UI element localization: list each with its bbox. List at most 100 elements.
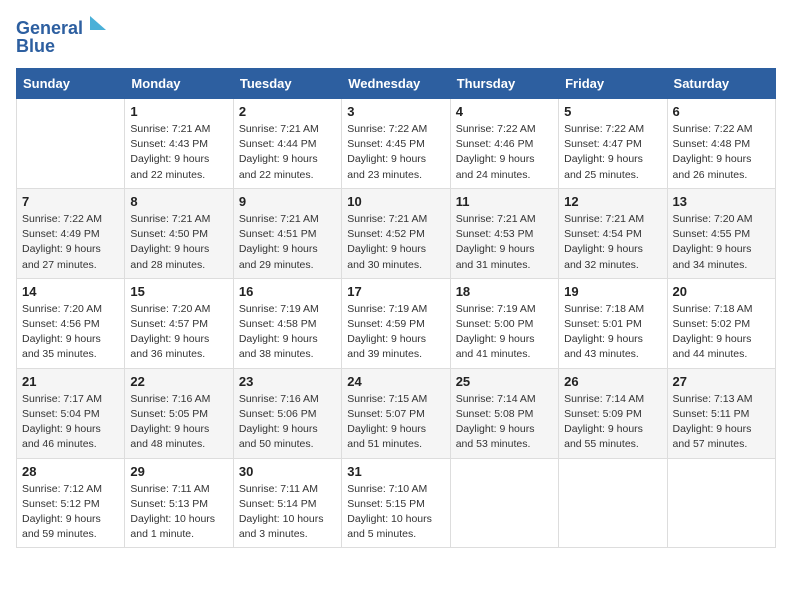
calendar-cell: 17 Sunrise: 7:19 AMSunset: 4:59 PMDayligh… — [342, 278, 450, 368]
day-number: 1 — [130, 104, 227, 119]
day-number: 28 — [22, 464, 119, 479]
calendar-cell: 20Sunrise: 7:18 AMSunset: 5:02 PMDayligh… — [667, 278, 775, 368]
calendar-cell — [17, 99, 125, 189]
day-info: Sunrise: 7:15 AMSunset: 5:07 PMDaylight:… — [347, 392, 444, 453]
calendar-cell: 28Sunrise: 7:12 AMSunset: 5:12 PMDayligh… — [17, 458, 125, 548]
day-info: Sunrise: 7:14 AMSunset: 5:09 PMDaylight:… — [564, 392, 661, 453]
day-number: 7 — [22, 194, 119, 209]
svg-text:General: General — [16, 18, 83, 38]
calendar-cell: 22 Sunrise: 7:16 AMSunset: 5:05 PMDayligh… — [125, 368, 233, 458]
calendar-cell: 16Sunrise: 7:19 AMSunset: 4:58 PMDayligh… — [233, 278, 341, 368]
day-number: 25 — [456, 374, 553, 389]
day-info: Sunrise: 7:21 AMSunset: 4:54 PMDaylight:… — [564, 212, 661, 273]
calendar-cell: 13Sunrise: 7:20 AMSunset: 4:55 PMDayligh… — [667, 188, 775, 278]
day-number: 26 — [564, 374, 661, 389]
calendar-cell: 27Sunrise: 7:13 AMSunset: 5:11 PMDayligh… — [667, 368, 775, 458]
day-info: Sunrise: 7:11 AMSunset: 5:13 PMDaylight:… — [130, 482, 227, 543]
day-number: 8 — [130, 194, 227, 209]
day-number: 17 — [347, 284, 444, 299]
calendar-cell: 15 Sunrise: 7:20 AMSunset: 4:57 PMDayligh… — [125, 278, 233, 368]
calendar-week-row: 1 Sunrise: 7:21 AMSunset: 4:43 PMDaylight… — [17, 99, 776, 189]
calendar-header-row: SundayMondayTuesdayWednesdayThursdayFrid… — [17, 69, 776, 99]
calendar-cell: 26 Sunrise: 7:14 AMSunset: 5:09 PMDayligh… — [559, 368, 667, 458]
day-info: Sunrise: 7:22 AMSunset: 4:45 PMDaylight:… — [347, 122, 444, 183]
weekday-header: Saturday — [667, 69, 775, 99]
calendar-week-row: 7 Sunrise: 7:22 AMSunset: 4:49 PMDaylight… — [17, 188, 776, 278]
weekday-header: Thursday — [450, 69, 558, 99]
day-info: Sunrise: 7:11 AMSunset: 5:14 PMDaylight:… — [239, 482, 336, 543]
day-number: 6 — [673, 104, 770, 119]
weekday-header: Wednesday — [342, 69, 450, 99]
calendar-cell: 3 Sunrise: 7:22 AMSunset: 4:45 PMDaylight… — [342, 99, 450, 189]
calendar-week-row: 21 Sunrise: 7:17 AMSunset: 5:04 PMDayligh… — [17, 368, 776, 458]
calendar-cell: 1 Sunrise: 7:21 AMSunset: 4:43 PMDaylight… — [125, 99, 233, 189]
day-info: Sunrise: 7:19 AMSunset: 4:59 PMDaylight:… — [347, 302, 444, 363]
day-number: 14 — [22, 284, 119, 299]
day-number: 30 — [239, 464, 336, 479]
day-number: 10 — [347, 194, 444, 209]
calendar-cell: 14 Sunrise: 7:20 AMSunset: 4:56 PMDayligh… — [17, 278, 125, 368]
weekday-header: Tuesday — [233, 69, 341, 99]
day-info: Sunrise: 7:16 AMSunset: 5:05 PMDaylight:… — [130, 392, 227, 453]
calendar-cell: 23 Sunrise: 7:16 AMSunset: 5:06 PMDayligh… — [233, 368, 341, 458]
day-info: Sunrise: 7:18 AMSunset: 5:01 PMDaylight:… — [564, 302, 661, 363]
weekday-header: Sunday — [17, 69, 125, 99]
day-number: 4 — [456, 104, 553, 119]
calendar-cell: 24 Sunrise: 7:15 AMSunset: 5:07 PMDayligh… — [342, 368, 450, 458]
day-number: 11 — [456, 194, 553, 209]
logo-svg: General Blue — [16, 16, 106, 58]
day-number: 22 — [130, 374, 227, 389]
calendar-cell: 7 Sunrise: 7:22 AMSunset: 4:49 PMDaylight… — [17, 188, 125, 278]
calendar-cell: 18 Sunrise: 7:19 AMSunset: 5:00 PMDayligh… — [450, 278, 558, 368]
day-info: Sunrise: 7:20 AMSunset: 4:57 PMDaylight:… — [130, 302, 227, 363]
day-number: 2 — [239, 104, 336, 119]
day-info: Sunrise: 7:22 AMSunset: 4:49 PMDaylight:… — [22, 212, 119, 273]
day-number: 12 — [564, 194, 661, 209]
day-info: Sunrise: 7:20 AMSunset: 4:56 PMDaylight:… — [22, 302, 119, 363]
calendar-cell: 10 Sunrise: 7:21 AMSunset: 4:52 PMDayligh… — [342, 188, 450, 278]
day-info: Sunrise: 7:14 AMSunset: 5:08 PMDaylight:… — [456, 392, 553, 453]
calendar-cell: 31 Sunrise: 7:10 AMSunset: 5:15 PMDayligh… — [342, 458, 450, 548]
day-number: 15 — [130, 284, 227, 299]
day-info: Sunrise: 7:21 AMSunset: 4:51 PMDaylight:… — [239, 212, 336, 273]
day-number: 9 — [239, 194, 336, 209]
page-header: General Blue — [16, 16, 776, 58]
svg-text:Blue: Blue — [16, 36, 55, 56]
day-info: Sunrise: 7:21 AMSunset: 4:53 PMDaylight:… — [456, 212, 553, 273]
day-number: 29 — [130, 464, 227, 479]
calendar-cell: 25 Sunrise: 7:14 AMSunset: 5:08 PMDayligh… — [450, 368, 558, 458]
day-number: 5 — [564, 104, 661, 119]
weekday-header: Monday — [125, 69, 233, 99]
day-number: 21 — [22, 374, 119, 389]
day-number: 3 — [347, 104, 444, 119]
calendar-cell — [667, 458, 775, 548]
day-info: Sunrise: 7:19 AMSunset: 5:00 PMDaylight:… — [456, 302, 553, 363]
day-info: Sunrise: 7:20 AMSunset: 4:55 PMDaylight:… — [673, 212, 770, 273]
day-info: Sunrise: 7:21 AMSunset: 4:43 PMDaylight:… — [130, 122, 227, 183]
calendar-cell: 11 Sunrise: 7:21 AMSunset: 4:53 PMDayligh… — [450, 188, 558, 278]
calendar-cell: 5 Sunrise: 7:22 AMSunset: 4:47 PMDaylight… — [559, 99, 667, 189]
calendar-cell: 8Sunrise: 7:21 AMSunset: 4:50 PMDaylight… — [125, 188, 233, 278]
calendar-cell: 29 Sunrise: 7:11 AMSunset: 5:13 PMDayligh… — [125, 458, 233, 548]
day-info: Sunrise: 7:21 AMSunset: 4:52 PMDaylight:… — [347, 212, 444, 273]
calendar-week-row: 28Sunrise: 7:12 AMSunset: 5:12 PMDayligh… — [17, 458, 776, 548]
day-number: 23 — [239, 374, 336, 389]
day-info: Sunrise: 7:22 AMSunset: 4:47 PMDaylight:… — [564, 122, 661, 183]
day-info: Sunrise: 7:17 AMSunset: 5:04 PMDaylight:… — [22, 392, 119, 453]
calendar-cell: 19Sunrise: 7:18 AMSunset: 5:01 PMDayligh… — [559, 278, 667, 368]
logo: General Blue — [16, 16, 106, 58]
day-number: 18 — [456, 284, 553, 299]
weekday-header: Friday — [559, 69, 667, 99]
day-info: Sunrise: 7:10 AMSunset: 5:15 PMDaylight:… — [347, 482, 444, 543]
calendar-cell: 9 Sunrise: 7:21 AMSunset: 4:51 PMDaylight… — [233, 188, 341, 278]
calendar-cell: 21 Sunrise: 7:17 AMSunset: 5:04 PMDayligh… — [17, 368, 125, 458]
calendar-cell — [559, 458, 667, 548]
calendar-cell: 4 Sunrise: 7:22 AMSunset: 4:46 PMDaylight… — [450, 99, 558, 189]
day-info: Sunrise: 7:13 AMSunset: 5:11 PMDaylight:… — [673, 392, 770, 453]
calendar-cell: 6Sunrise: 7:22 AMSunset: 4:48 PMDaylight… — [667, 99, 775, 189]
day-number: 31 — [347, 464, 444, 479]
day-info: Sunrise: 7:22 AMSunset: 4:46 PMDaylight:… — [456, 122, 553, 183]
day-info: Sunrise: 7:16 AMSunset: 5:06 PMDaylight:… — [239, 392, 336, 453]
day-info: Sunrise: 7:19 AMSunset: 4:58 PMDaylight:… — [239, 302, 336, 363]
day-number: 24 — [347, 374, 444, 389]
